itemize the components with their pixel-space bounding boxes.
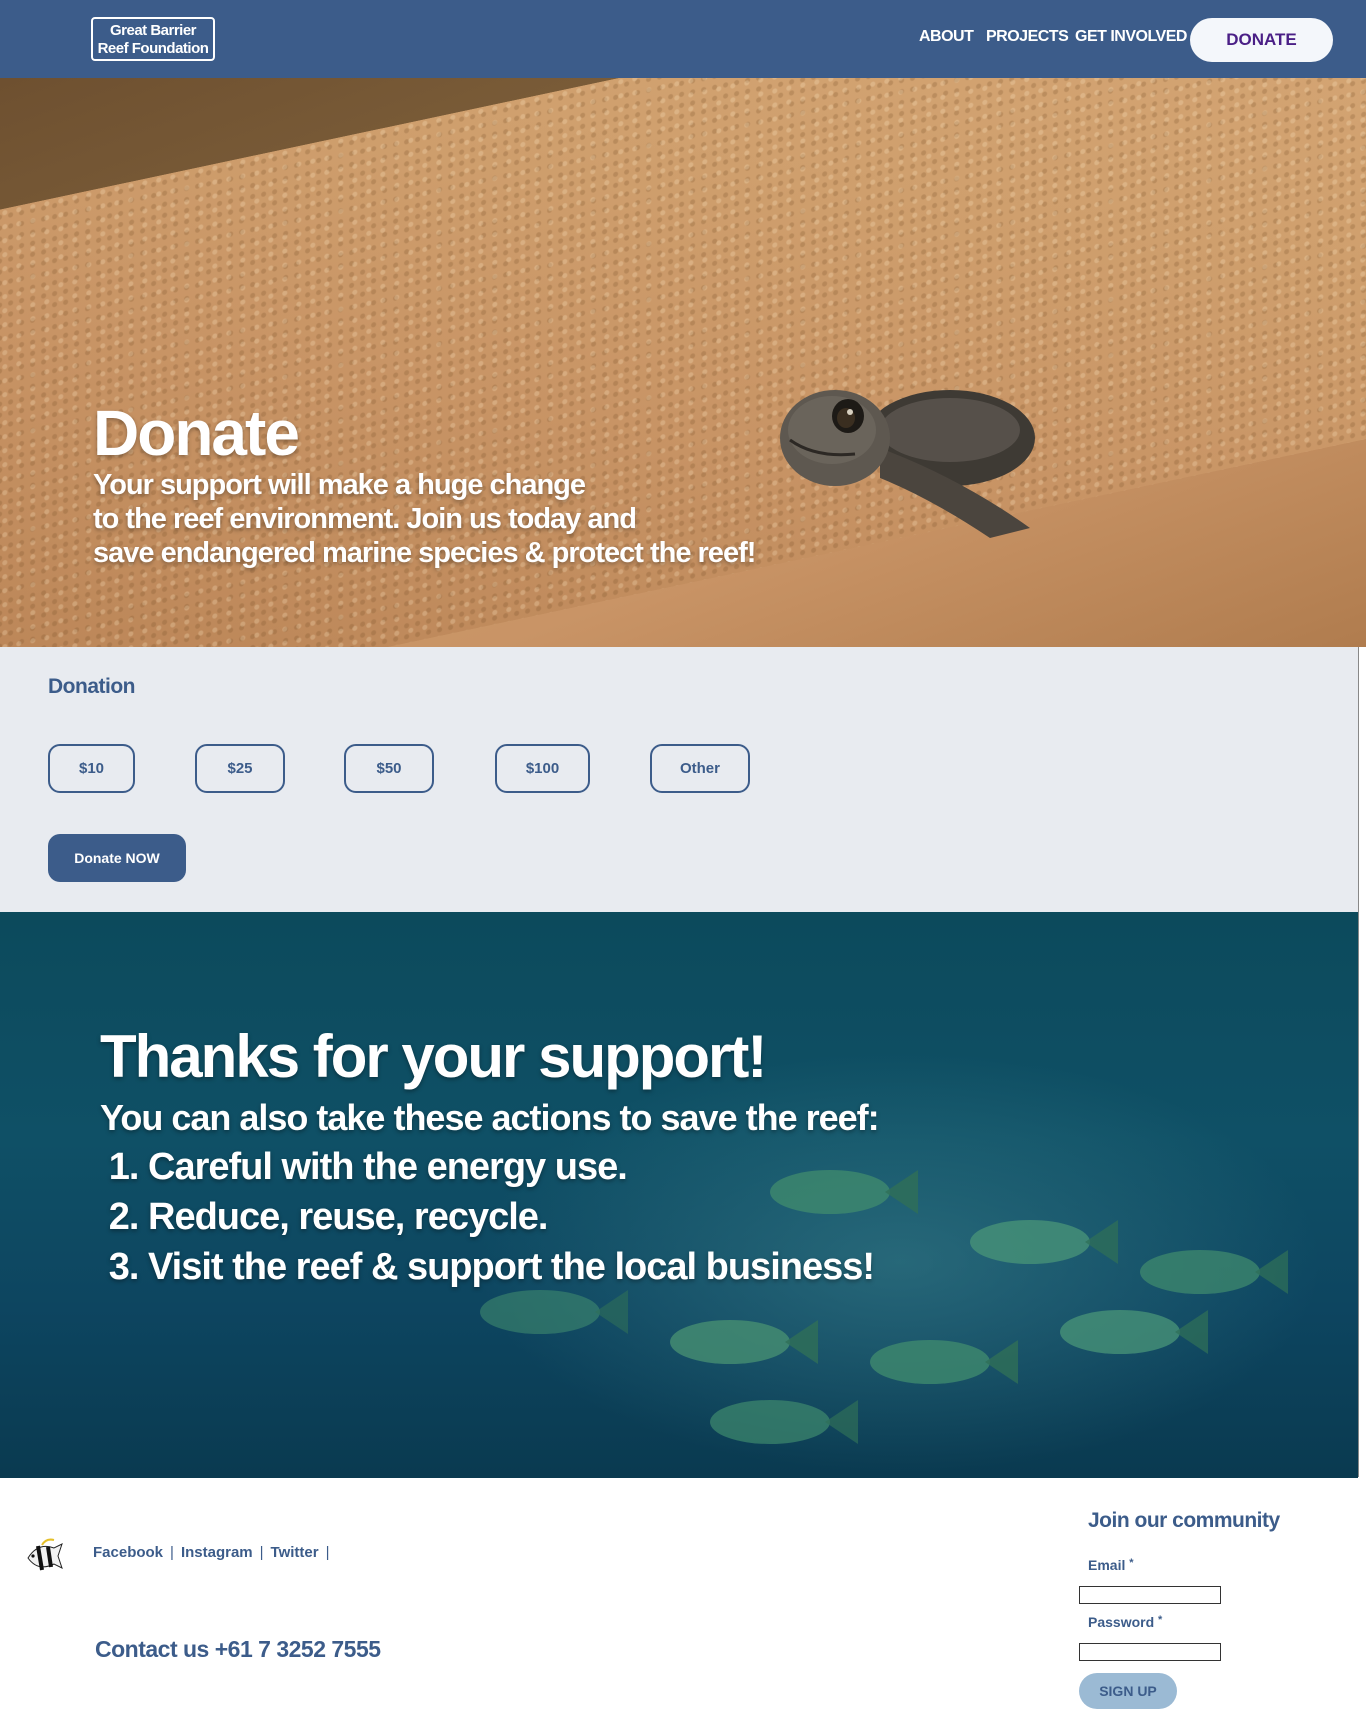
nav-projects[interactable]: PROJECTS	[986, 28, 1069, 46]
hero-title: Donate	[93, 397, 300, 469]
password-field[interactable]	[1079, 1643, 1221, 1661]
email-field[interactable]	[1079, 1586, 1221, 1604]
separator: |	[325, 1544, 330, 1561]
separator: |	[259, 1544, 264, 1561]
hero-subtitle-line: save endangered marine species & protect…	[93, 537, 756, 569]
password-label-text: Password	[1088, 1614, 1155, 1630]
required-mark: *	[1158, 1614, 1163, 1626]
nav-get-involved[interactable]: GET INVOLVED	[1075, 28, 1187, 46]
action-item: Visit the reef & support the local busin…	[148, 1242, 875, 1292]
sign-up-button[interactable]: SIGN UP	[1079, 1673, 1177, 1709]
fish-image	[1140, 1250, 1288, 1294]
fish-image	[710, 1400, 858, 1444]
fish-image	[1060, 1310, 1208, 1354]
amount-10-button[interactable]: $10	[48, 744, 135, 793]
site-header: Great Barrier Reef Foundation ABOUT PROJ…	[0, 0, 1366, 78]
hero-subtitle: Your support will make a huge change to …	[93, 468, 853, 570]
action-item: Careful with the energy use.	[148, 1142, 874, 1192]
amount-other-button[interactable]: Other	[650, 744, 750, 793]
nav-donate-button[interactable]: DONATE	[1190, 18, 1333, 62]
email-label-text: Email	[1088, 1557, 1126, 1573]
thanks-lead: You can also take these actions to save …	[100, 1097, 880, 1138]
hero-banner: Donate Your support will make a huge cha…	[0, 78, 1366, 647]
fish-image	[970, 1220, 1118, 1264]
logo-line-2: Reef Foundation	[97, 40, 209, 57]
donation-heading: Donation	[48, 675, 135, 698]
amount-100-button[interactable]: $100	[495, 744, 590, 793]
action-item: Reduce, reuse, recycle.	[148, 1192, 874, 1242]
hero-subtitle-line: Your support will make a huge change	[93, 469, 586, 501]
page-scroll-edge-line	[1358, 647, 1359, 1477]
fish-logo-icon[interactable]	[24, 1536, 64, 1576]
thanks-section: Thanks for your support! You can also ta…	[0, 912, 1358, 1478]
hero-subtitle-line: to the reef environment. Join us today a…	[93, 503, 637, 535]
logo-line-1: Great Barrier	[109, 22, 197, 39]
thanks-title: Thanks for your support!	[100, 1023, 767, 1090]
donate-now-button[interactable]: Donate NOW	[48, 834, 186, 882]
facebook-link[interactable]: Facebook	[93, 1544, 163, 1561]
contact-phone: Contact us +61 7 3252 7555	[95, 1636, 381, 1662]
join-community-heading: Join our community	[1088, 1509, 1280, 1532]
twitter-link[interactable]: Twitter	[271, 1544, 319, 1561]
amount-50-button[interactable]: $50	[344, 744, 434, 793]
fish-image	[670, 1320, 818, 1364]
fish-image	[870, 1340, 1018, 1384]
email-label: Email *	[1088, 1557, 1134, 1573]
instagram-link[interactable]: Instagram	[181, 1544, 253, 1561]
social-links: Facebook | Instagram | Twitter |	[93, 1544, 337, 1561]
required-mark: *	[1129, 1557, 1134, 1569]
password-label: Password *	[1088, 1614, 1162, 1630]
donation-section: Donation $10 $25 $50 $100 Other Donate N…	[0, 647, 1360, 912]
separator: |	[170, 1544, 174, 1561]
nav-about[interactable]: ABOUT	[919, 28, 974, 46]
page-scroll-edge	[1358, 647, 1366, 1477]
site-logo[interactable]: Great Barrier Reef Foundation	[91, 17, 215, 61]
amount-25-button[interactable]: $25	[195, 744, 285, 793]
actions-list: Careful with the energy use. Reduce, reu…	[106, 1142, 875, 1292]
